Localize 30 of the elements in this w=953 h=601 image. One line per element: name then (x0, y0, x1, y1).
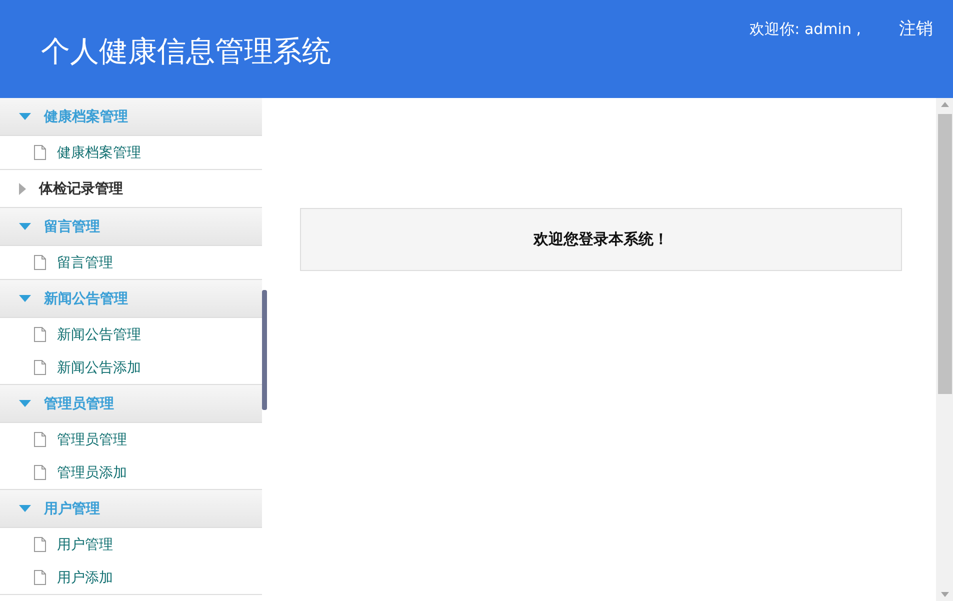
splitter-handle[interactable] (262, 290, 267, 410)
welcome-text: 欢迎你: admin , (750, 20, 861, 39)
logout-link[interactable]: 注销 (899, 17, 933, 40)
caret-right-icon (19, 182, 26, 194)
caret-down-icon (19, 400, 31, 407)
app-title: 个人健康信息管理系统 (41, 33, 331, 70)
menu-item[interactable]: 留言管理 (0, 246, 262, 279)
caret-down-icon (19, 505, 31, 512)
document-icon (34, 465, 46, 480)
menu-item[interactable]: 管理员添加 (0, 456, 262, 489)
caret-down-icon (19, 113, 31, 120)
document-icon (34, 570, 46, 585)
menu-item[interactable]: 用户管理 (0, 528, 262, 561)
caret-down-icon (19, 295, 31, 302)
caret-down-icon (19, 223, 31, 230)
scrollbar[interactable] (936, 98, 953, 601)
menu-item[interactable]: 健康档案管理 (0, 136, 262, 169)
welcome-message: 欢迎您登录本系统！ (300, 208, 902, 271)
menu-item[interactable]: 新闻公告添加 (0, 351, 262, 384)
document-icon (34, 255, 46, 270)
document-icon (34, 432, 46, 447)
menu-item[interactable]: 管理员管理 (0, 423, 262, 456)
scroll-up-icon[interactable] (940, 102, 948, 107)
menu-item[interactable]: 新闻公告管理 (0, 318, 262, 351)
document-icon (34, 537, 46, 552)
document-icon (34, 360, 46, 375)
document-icon (34, 327, 46, 342)
menu-item[interactable]: 用户添加 (0, 561, 262, 594)
document-icon (34, 145, 46, 160)
scroll-down-icon[interactable] (940, 592, 948, 597)
